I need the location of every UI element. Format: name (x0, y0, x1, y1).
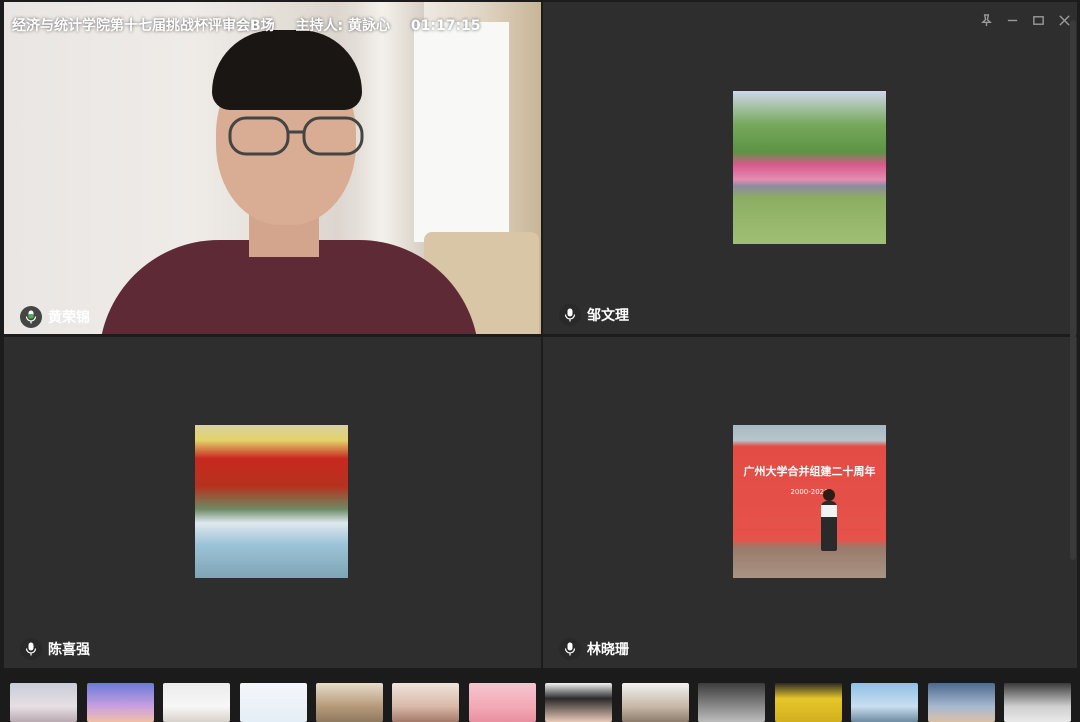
grid-scrollbar[interactable] (1070, 20, 1076, 560)
minimize-icon[interactable] (1004, 12, 1020, 28)
participant-avatar (195, 425, 348, 578)
participant-name: 陈喜强 (48, 642, 90, 658)
participant-thumbnail[interactable] (392, 683, 459, 722)
participant-thumbnail[interactable] (622, 683, 689, 722)
avatar-banner-text: 广州大学合并组建二十周年 (743, 465, 876, 478)
participant-thumbnail[interactable] (240, 683, 307, 722)
participant-thumbnail[interactable] (775, 683, 842, 722)
participant-name-tag: 邹文理 (559, 304, 629, 326)
meeting-title: 经济与统计学院第十七届挑战杯评审会B场 (12, 18, 275, 34)
mic-icon (559, 638, 581, 660)
participant-thumbnail[interactable] (928, 683, 995, 722)
meeting-window: 经济与统计学院第十七届挑战杯评审会B场 主持人: 黄詠心 01:17:15 黄荣… (0, 0, 1080, 722)
participant-video (4, 2, 541, 334)
participant-tile-2[interactable]: 邹文理 (543, 2, 1077, 334)
mic-active-icon (20, 306, 42, 328)
glasses-icon (228, 116, 364, 156)
participant-thumbnail[interactable] (1004, 683, 1071, 722)
pin-icon[interactable] (978, 12, 994, 28)
participant-thumbnail[interactable] (469, 683, 536, 722)
window-controls (978, 12, 1072, 28)
participant-thumbnail[interactable] (316, 683, 383, 722)
participant-avatar: 广州大学合并组建二十周年 2000-2020 (733, 425, 886, 578)
participant-avatar (733, 91, 886, 244)
participant-thumbnail[interactable] (87, 683, 154, 722)
mic-icon (20, 638, 42, 660)
participant-thumbnail[interactable] (698, 683, 765, 722)
participant-thumbnail[interactable] (10, 683, 77, 722)
participant-name: 邹文理 (587, 308, 629, 324)
participant-name-tag: 林晓珊 (559, 638, 629, 660)
meeting-timer: 01:17:15 (410, 18, 481, 34)
participant-tile-4[interactable]: 广州大学合并组建二十周年 2000-2020 林晓珊 (543, 337, 1077, 668)
participant-name-tag: 陈喜强 (20, 638, 90, 660)
participant-name-tag: 黄荣锦 (20, 306, 90, 328)
close-icon[interactable] (1056, 12, 1072, 28)
participant-tile-3[interactable]: 陈喜强 (4, 337, 541, 668)
participant-thumbnail[interactable] (545, 683, 612, 722)
participant-tile-1[interactable]: 黄荣锦 (4, 2, 541, 334)
meeting-info-bar: 经济与统计学院第十七届挑战杯评审会B场 主持人: 黄詠心 01:17:15 (12, 15, 497, 35)
mic-icon (559, 304, 581, 326)
participant-name: 黄荣锦 (48, 310, 90, 326)
participant-thumbnail[interactable] (163, 683, 230, 722)
participant-thumbnail-strip (0, 670, 1080, 722)
maximize-icon[interactable] (1030, 12, 1046, 28)
participant-thumbnail[interactable] (851, 683, 918, 722)
participant-name: 林晓珊 (587, 642, 629, 658)
avatar-banner-years: 2000-2020 (790, 488, 829, 496)
meeting-host: 主持人: 黄詠心 (295, 18, 391, 34)
